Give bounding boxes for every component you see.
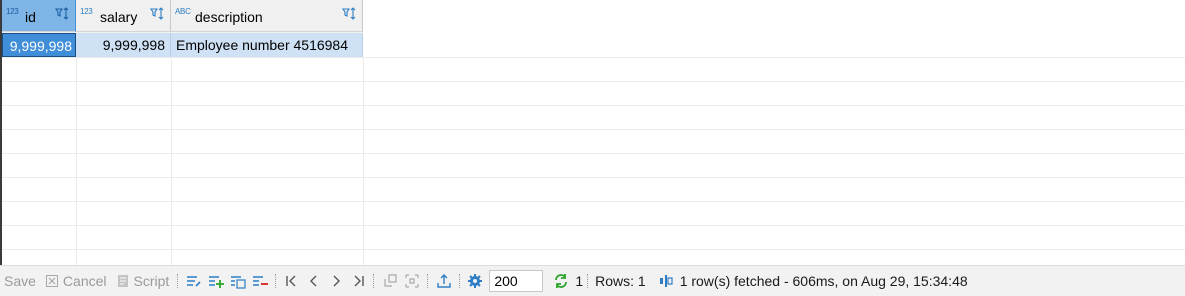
detach-icon[interactable] — [382, 273, 398, 289]
fetch-size-input[interactable] — [489, 270, 544, 292]
grid-line — [2, 201, 1185, 202]
script-icon — [117, 275, 128, 287]
gear-icon[interactable] — [467, 273, 483, 289]
column-name: salary — [100, 9, 138, 25]
copy-row-icon[interactable] — [230, 273, 246, 289]
grid-line — [363, 57, 364, 265]
save-button[interactable]: Save — [0, 273, 40, 289]
cancel-icon — [45, 275, 58, 287]
toolbar-separator — [587, 274, 589, 288]
view-group — [379, 266, 423, 296]
grid-line — [2, 225, 1185, 226]
grid-line — [76, 57, 77, 265]
refresh-icon[interactable] — [553, 273, 569, 289]
previous-row-icon[interactable] — [305, 273, 321, 289]
grid-line — [2, 153, 1185, 154]
script-label: Script — [133, 273, 170, 289]
column-header-id[interactable]: 123 id — [2, 0, 76, 32]
table-row[interactable]: 9,999,998 9,999,998 Employee number 4516… — [2, 33, 363, 57]
filter-sort-icon[interactable] — [150, 6, 166, 22]
text-type-icon: ABC — [175, 7, 191, 16]
cell-description[interactable]: Employee number 4516984 — [171, 33, 363, 57]
last-row-icon[interactable] — [351, 273, 367, 289]
results-grid: 123 id 123 salary ABC description 9,999,… — [0, 0, 1185, 265]
add-row-icon[interactable] — [208, 273, 225, 289]
stats-icon[interactable] — [658, 273, 674, 289]
column-name: id — [25, 9, 36, 25]
grid-line — [2, 57, 1185, 58]
rows-count: Rows: 1 — [595, 273, 646, 289]
column-header-description[interactable]: ABC description — [171, 0, 363, 32]
grid-line — [2, 129, 1185, 130]
cancel-button[interactable]: Cancel — [40, 273, 111, 289]
row-edit-group — [183, 266, 271, 296]
cancel-label: Cancel — [62, 273, 107, 289]
refresh-count: 1 — [575, 273, 584, 289]
save-label: Save — [4, 273, 36, 289]
next-row-icon[interactable] — [329, 273, 345, 289]
numeric-type-icon: 123 — [80, 7, 93, 16]
export-icon[interactable] — [436, 273, 452, 289]
grid-line — [2, 105, 1185, 106]
edit-row-icon[interactable] — [186, 273, 202, 289]
navigation-group — [281, 266, 369, 296]
grid-line — [2, 249, 1185, 250]
panels-icon[interactable] — [404, 273, 420, 289]
results-toolbar: Save Cancel Script 200 1 Rows: 1 1 row(s… — [0, 265, 1185, 296]
fetch-status: 1 row(s) fetched - 606ms, on Aug 29, 15:… — [679, 273, 968, 289]
column-header-salary[interactable]: 123 salary — [76, 0, 171, 32]
first-row-icon[interactable] — [283, 273, 299, 289]
filter-sort-icon[interactable] — [342, 6, 358, 22]
script-button[interactable]: Script — [111, 273, 174, 289]
cell-id[interactable]: 9,999,998 — [2, 33, 76, 57]
toolbar-separator — [177, 274, 179, 288]
toolbar-separator — [275, 274, 277, 288]
grid-header: 123 id 123 salary ABC description — [2, 0, 363, 33]
cell-salary[interactable]: 9,999,998 — [76, 33, 171, 57]
grid-line — [171, 57, 172, 265]
toolbar-separator — [373, 274, 375, 288]
toolbar-separator — [459, 274, 461, 288]
numeric-type-icon: 123 — [6, 7, 19, 16]
delete-row-icon[interactable] — [252, 273, 269, 289]
grid-line — [2, 177, 1185, 178]
grid-line — [2, 81, 1185, 82]
column-name: description — [195, 9, 263, 25]
filter-sort-icon[interactable] — [55, 6, 71, 22]
toolbar-separator — [427, 274, 429, 288]
